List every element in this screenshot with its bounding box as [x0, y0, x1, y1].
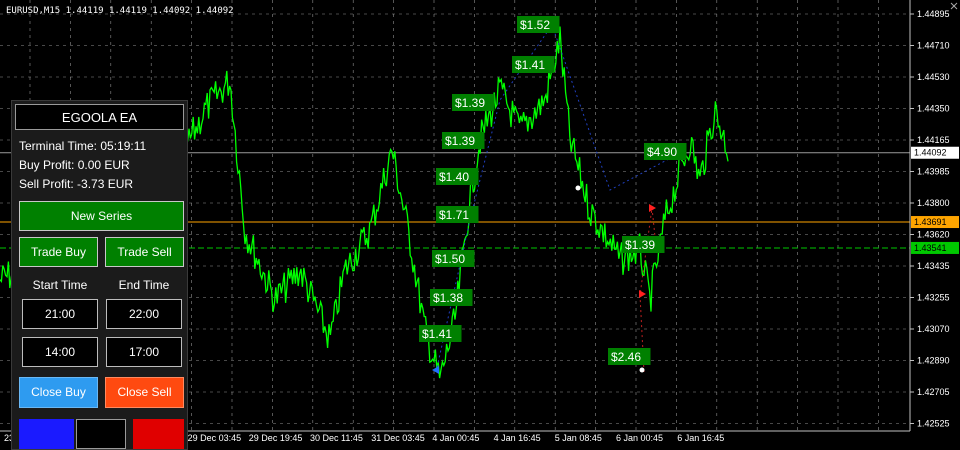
price-tick-label: 1.44710: [917, 41, 950, 51]
close-marker: [639, 367, 645, 373]
profit-label: $4.90: [647, 145, 677, 159]
buy-marker: [432, 366, 439, 374]
profit-label: $1.52: [520, 18, 550, 32]
price-tick-label: 1.43070: [917, 324, 950, 334]
profit-label: $1.39: [455, 96, 485, 110]
profit-label: $1.40: [439, 170, 469, 184]
time-tick-label: 5 Jan 08:45: [555, 433, 602, 443]
ea-panel: EGOOLA EA Terminal Time: 05:19:11 Buy Pr…: [11, 100, 188, 450]
extra-blue-button[interactable]: [19, 419, 74, 449]
extra-input[interactable]: [76, 419, 126, 449]
time-tick-label: 30 Dec 11:45: [310, 433, 363, 443]
sell-profit: Sell Profit: -3.73 EUR: [19, 177, 134, 191]
start-time-label: Start Time: [32, 278, 88, 292]
profit-labels: $1.52 $1.41 $1.39 $1.39 $1.40 $1.71 $1.50 $1.38…: [419, 16, 687, 365]
trade-sell-button[interactable]: Trade Sell: [105, 237, 184, 267]
start-time-1-input[interactable]: 21:00: [22, 299, 98, 329]
time-tick-label: 31 Dec 03:45: [371, 433, 425, 443]
trade-buy-button[interactable]: Trade Buy: [19, 237, 98, 267]
price-tick-label: 1.42525: [917, 419, 950, 429]
price-tick-label: 1.43800: [917, 198, 950, 208]
profit-label: $1.41: [422, 327, 452, 341]
profit-label: $1.39: [445, 134, 475, 148]
profit-label: $1.41: [515, 58, 545, 72]
price-level-tag-label: 1.44092: [914, 148, 947, 158]
symbol-info: EURUSD,M15 1.44119 1.44119 1.44092 1.440…: [6, 6, 234, 16]
price-tick-label: 1.43435: [917, 261, 950, 271]
price-tick-label: 1.43620: [917, 230, 950, 240]
time-tick-label: 4 Jan 16:45: [494, 433, 541, 443]
close-marker: [575, 185, 581, 191]
time-tick-label: 29 Dec 03:45: [188, 433, 242, 443]
new-series-button[interactable]: New Series: [19, 201, 184, 231]
profit-label: $1.50: [435, 252, 465, 266]
price-tick-label: 1.42705: [917, 387, 950, 397]
ea-title: EGOOLA EA: [15, 104, 184, 130]
close-x-icon[interactable]: [950, 2, 958, 10]
extra-red-button[interactable]: [133, 419, 184, 449]
sell-marker: [649, 204, 656, 212]
terminal-time: Terminal Time: 05:19:11: [19, 139, 147, 153]
buy-profit: Buy Profit: 0.00 EUR: [19, 158, 130, 172]
profit-label: $2.46: [611, 350, 641, 364]
price-tick-label: 1.44165: [917, 135, 950, 145]
price-tick-label: 1.44895: [917, 9, 950, 19]
profit-label: $1.39: [625, 238, 655, 252]
profit-label: $1.38: [433, 291, 463, 305]
price-tick-label: 1.42890: [917, 356, 950, 366]
start-time-2-input[interactable]: 14:00: [22, 337, 98, 367]
price-tick-label: 1.44530: [917, 72, 950, 82]
time-tick-label: 29 Dec 19:45: [249, 433, 303, 443]
close-sell-button[interactable]: Close Sell: [105, 377, 184, 408]
end-time-2-input[interactable]: 17:00: [106, 337, 182, 367]
close-buy-button[interactable]: Close Buy: [19, 377, 98, 408]
time-tick-label: 6 Jan 16:45: [677, 433, 724, 443]
profit-label: $1.71: [439, 208, 469, 222]
end-time-label: End Time: [118, 278, 170, 292]
time-tick-label: 6 Jan 00:45: [616, 433, 663, 443]
price-tick-label: 1.43255: [917, 293, 950, 303]
price-tick-label: 1.43985: [917, 167, 950, 177]
sell-marker: [639, 290, 646, 298]
time-tick-label: 4 Jan 00:45: [432, 433, 479, 443]
price-level-tag-label: 1.43691: [914, 217, 947, 227]
price-level-tag-label: 1.43541: [914, 243, 947, 253]
price-tick-label: 1.44350: [917, 104, 950, 114]
end-time-1-input[interactable]: 22:00: [106, 299, 182, 329]
